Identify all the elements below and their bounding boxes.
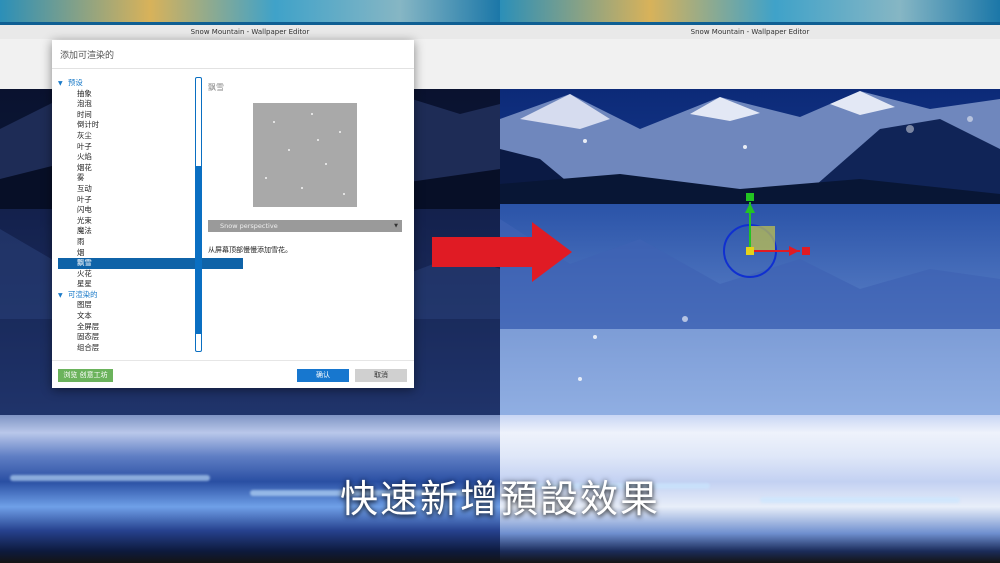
tree-item[interactable]: 文本 xyxy=(58,311,243,322)
window-title: Snow Mountain - Wallpaper Editor xyxy=(500,25,1000,39)
tree-item[interactable]: 烟花 xyxy=(58,163,243,174)
tree-item[interactable]: 时间 xyxy=(58,110,243,121)
tree-item[interactable]: 互动 xyxy=(58,184,243,195)
dialog-title: 添加可渲染的 xyxy=(60,51,115,61)
divider xyxy=(52,68,414,69)
renderable-tree: ▼ 预设 抽象 泡泡 时间 倒计时 灰尘 叶子 火焰 烟花雾互动 叶子 闪电 光束 魔法雨烟飘雪 火花 星星 ▼… xyxy=(58,78,243,394)
tree-item-label: 互动 xyxy=(77,183,92,193)
chevron-down-icon: ▼ xyxy=(394,223,398,229)
tree-item-label: 烟 xyxy=(77,247,85,257)
tree-item[interactable]: 火花 xyxy=(58,269,243,280)
tree-item[interactable]: 泡泡 xyxy=(58,99,243,110)
tree-scrollbar[interactable] xyxy=(195,77,202,352)
scrollbar-thumb[interactable] xyxy=(196,166,201,334)
chevron-down-icon[interactable]: ▼ xyxy=(58,79,68,90)
divider xyxy=(52,360,414,361)
tree-item-label: 魔法 xyxy=(77,226,92,236)
tree-item-label: 光束 xyxy=(77,215,92,225)
add-renderable-dialog: 添加可渲染的 ▼ 预设 抽象 泡泡 时间 倒计时 灰尘 叶子 火焰 烟花雾互动 叶子 闪电 光束 魔法雨烟… xyxy=(52,40,414,388)
tree-item-label: 烟花 xyxy=(77,162,92,172)
tree-item[interactable]: 雾 xyxy=(58,173,243,184)
tree-item-label: 叶子 xyxy=(77,194,92,204)
tree-item-label: 预设 xyxy=(68,78,83,87)
desktop-wallpaper-strip xyxy=(500,0,1000,25)
window-title: Snow Mountain - Wallpaper Editor xyxy=(0,25,500,39)
browse-workshop-button[interactable]: 浏览 创意工坊 xyxy=(58,369,113,382)
tree-item-label: 图层 xyxy=(77,300,92,310)
tree-item-label: 雨 xyxy=(77,236,85,246)
tree-item[interactable]: 星星 xyxy=(58,279,243,290)
tree-item[interactable]: 全屏层 xyxy=(58,322,243,333)
scene-viewport[interactable] xyxy=(500,89,1000,415)
tree-item-label: 可渲染的 xyxy=(68,289,98,299)
tree-item-label: 倒计时 xyxy=(77,120,100,130)
tree-item[interactable]: 灰尘 xyxy=(58,131,243,142)
tree-item-label: 闪电 xyxy=(77,205,92,215)
effect-variant-select[interactable]: Snow perspective ▼ xyxy=(208,220,402,232)
tree-item-label: 固态层 xyxy=(77,332,100,342)
tree-item-label: 泡泡 xyxy=(77,99,92,109)
y-scale-handle[interactable] xyxy=(746,193,754,201)
tree-item[interactable]: 叶子 xyxy=(58,142,243,153)
promo-caption: 快速新增預設效果 xyxy=(339,477,660,521)
chevron-down-icon[interactable]: ▼ xyxy=(58,291,68,302)
tree-item-label: 全屏层 xyxy=(77,321,100,331)
tree-item[interactable]: 闪电 xyxy=(58,205,243,216)
tree-item-label: 火焰 xyxy=(77,152,92,162)
tree-item-label: 叶子 xyxy=(77,141,92,151)
tree-item[interactable]: 图层 xyxy=(58,300,243,311)
cancel-button[interactable]: 取消 xyxy=(355,369,407,382)
tree-item-label: 组合层 xyxy=(77,342,100,352)
effect-preview xyxy=(253,103,357,207)
select-value: Snow perspective xyxy=(220,222,278,230)
arrow-right-icon xyxy=(432,222,572,282)
tree-item-label: 星星 xyxy=(77,279,92,289)
tree-item-label: 时间 xyxy=(77,109,92,119)
editor-toolbar-area xyxy=(500,39,1000,90)
tree-item-label: 文本 xyxy=(77,311,92,321)
tree-item-label: 抽象 xyxy=(77,88,92,98)
tree-item-label: 火花 xyxy=(77,268,92,278)
center-handle[interactable] xyxy=(746,247,754,255)
tree-item[interactable]: 固态层 xyxy=(58,332,243,343)
desktop-wallpaper-strip xyxy=(0,0,500,25)
tree-item[interactable]: 飘雪 xyxy=(58,258,243,269)
tree-item-label: 雾 xyxy=(77,173,85,183)
tree-item[interactable]: 组合层 xyxy=(58,343,243,354)
tree-group[interactable]: ▼ 可渲染的 xyxy=(58,290,243,301)
effect-description: 从屏幕顶部慢慢添加雪花。 xyxy=(208,246,292,254)
preview-title: 飘雪 xyxy=(208,83,224,92)
x-axis-arrow[interactable] xyxy=(789,246,799,256)
tree-item[interactable]: 倒计时 xyxy=(58,120,243,131)
tree-item[interactable]: 火焰 xyxy=(58,152,243,163)
y-axis-arrow[interactable] xyxy=(745,203,755,213)
confirm-button[interactable]: 确认 xyxy=(297,369,349,382)
transform-gizmo[interactable] xyxy=(500,89,1000,415)
tree-item[interactable]: 叶子 xyxy=(58,195,243,206)
tree-item-label: 灰尘 xyxy=(77,130,92,140)
x-scale-handle[interactable] xyxy=(802,247,810,255)
tree-item-label: 飘雪 xyxy=(77,258,92,268)
